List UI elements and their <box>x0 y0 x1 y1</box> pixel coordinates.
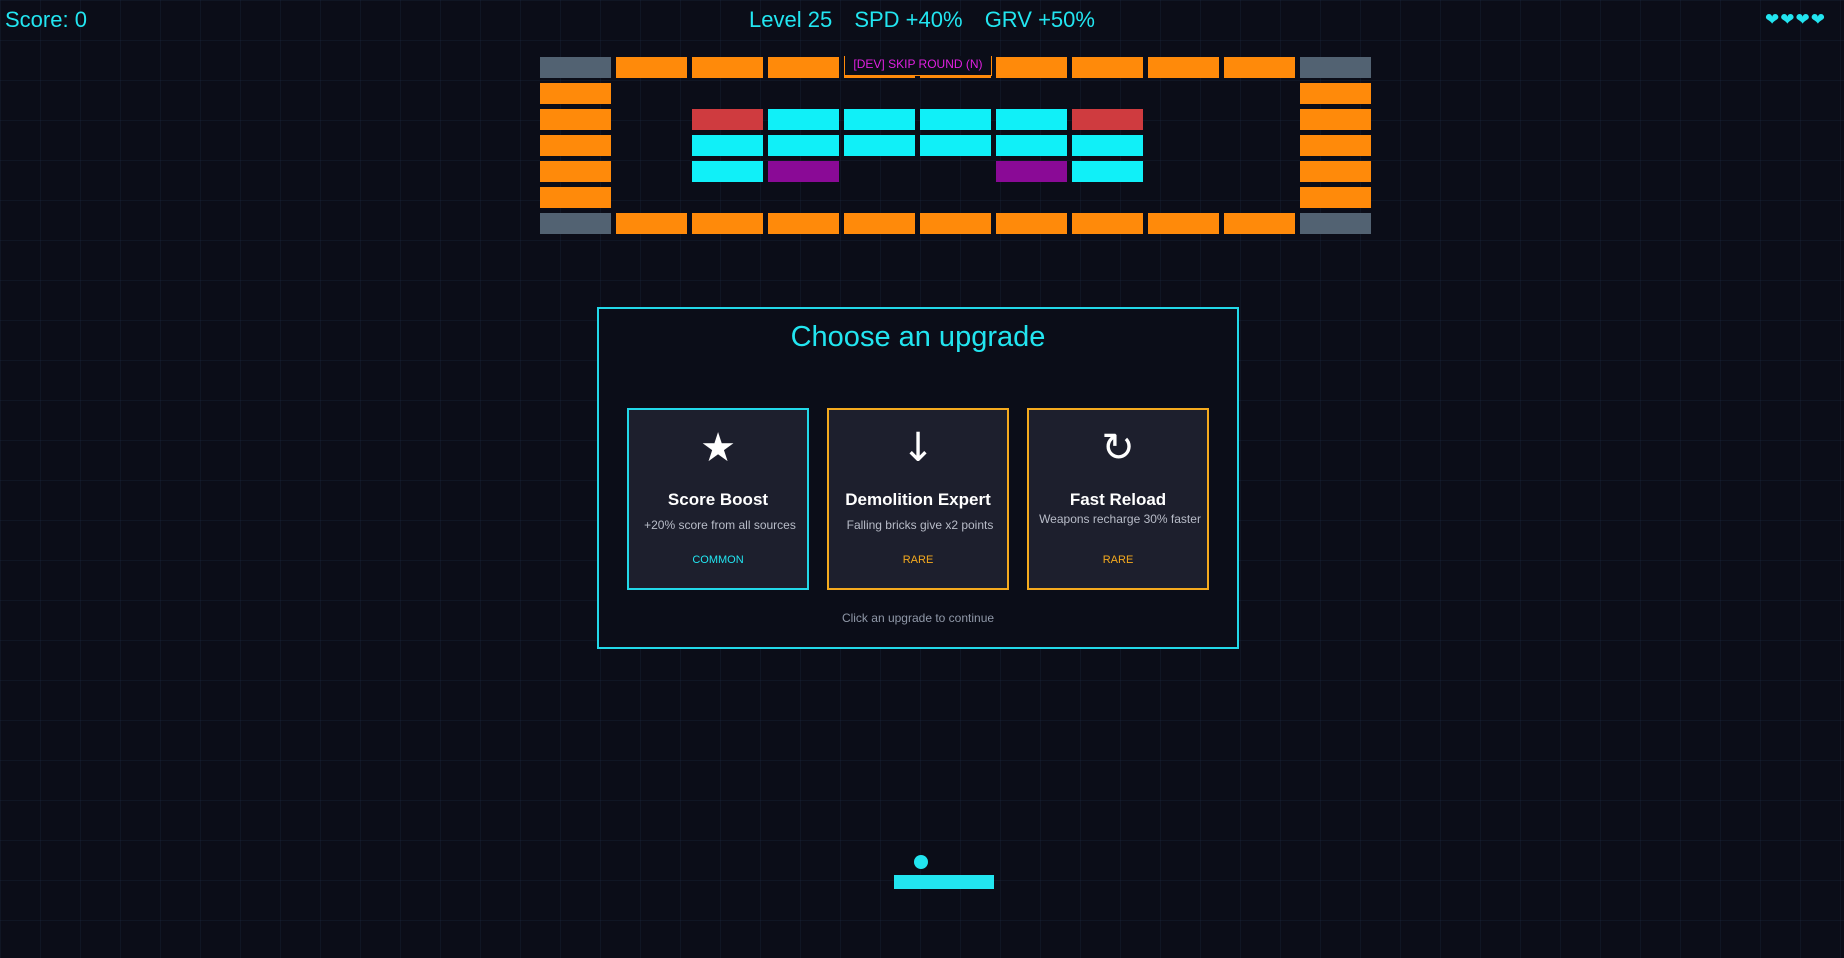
upgrade-name: Fast Reload <box>1069 490 1167 509</box>
brick-orange <box>540 135 611 156</box>
upgrade-panel: Choose an upgrade ★ Score Boost +20% sco… <box>597 307 1239 649</box>
brick-cyan <box>920 135 991 156</box>
brick-purple <box>768 161 839 182</box>
brick-orange <box>540 109 611 130</box>
brick-orange <box>1300 161 1371 182</box>
ball <box>914 855 928 869</box>
level-status: Level 25 SPD +40% GRV +50% <box>0 0 1844 40</box>
brick-orange <box>1148 213 1219 234</box>
brick-orange <box>1300 83 1371 104</box>
brick-orange <box>616 213 687 234</box>
paddle[interactable] <box>894 875 994 889</box>
upgrade-description: +20% score from all sources <box>644 518 796 532</box>
down-arrow-icon: ↓ <box>901 425 935 471</box>
brick-orange <box>1300 135 1371 156</box>
brick-cyan <box>1072 135 1143 156</box>
gravity-modifier: GRV +50% <box>984 7 1095 32</box>
speed-modifier: SPD +40% <box>854 7 963 32</box>
upgrade-name: Demolition Expert <box>845 490 991 509</box>
dev-skip-round-button[interactable]: [DEV] SKIP ROUND (N) <box>844 56 992 76</box>
upgrade-description: Falling bricks give x2 points <box>846 518 994 532</box>
reload-icon: ↻ <box>1101 425 1135 471</box>
brick-orange <box>1300 109 1371 130</box>
brick-red <box>692 109 763 130</box>
brick-orange <box>768 57 839 78</box>
brick-orange <box>1300 187 1371 208</box>
brick-orange <box>844 213 915 234</box>
brick-orange <box>540 187 611 208</box>
brick-orange <box>768 213 839 234</box>
brick-orange <box>1148 57 1219 78</box>
lives-hearts-icon: ❤❤❤❤ <box>1765 10 1826 29</box>
brick-gray <box>1300 213 1371 234</box>
brick-orange <box>540 161 611 182</box>
brick-gray <box>540 57 611 78</box>
star-icon: ★ <box>700 425 736 471</box>
brick-orange <box>1224 57 1295 78</box>
brick-cyan <box>1072 161 1143 182</box>
upgrade-name: Score Boost <box>667 490 769 509</box>
level-display: Level 25 <box>749 7 833 32</box>
brick-cyan <box>692 135 763 156</box>
upgrade-card-score-boost[interactable]: ★ Score Boost +20% score from all source… <box>627 408 809 590</box>
brick-cyan <box>996 109 1067 130</box>
brick-orange <box>920 213 991 234</box>
brick-orange <box>692 213 763 234</box>
brick-orange <box>1224 213 1295 234</box>
brick-gray <box>540 213 611 234</box>
brick-orange <box>692 57 763 78</box>
rarity-badge: COMMON <box>692 554 744 566</box>
brick-red <box>1072 109 1143 130</box>
upgrade-title: Choose an upgrade <box>790 321 1046 353</box>
brick-purple <box>996 161 1067 182</box>
brick-orange <box>1072 57 1143 78</box>
upgrade-card-demolition-expert[interactable]: ↓ Demolition Expert Falling bricks give … <box>827 408 1009 590</box>
brick-cyan <box>844 109 915 130</box>
brick-cyan <box>996 135 1067 156</box>
brick-cyan <box>692 161 763 182</box>
upgrade-hint: Click an upgrade to continue <box>841 611 995 625</box>
game-stage[interactable]: Score: 0 Level 25 SPD +40% GRV +50% ❤❤❤❤… <box>0 0 1844 958</box>
rarity-badge: RARE <box>902 554 934 566</box>
brick-orange <box>1072 213 1143 234</box>
brick-orange <box>540 83 611 104</box>
brick-orange <box>996 213 1067 234</box>
brick-cyan <box>768 135 839 156</box>
brick-orange <box>996 57 1067 78</box>
brick-gray <box>1300 57 1371 78</box>
brick-cyan <box>768 109 839 130</box>
rarity-badge: RARE <box>1102 554 1134 566</box>
upgrade-description: Weapons recharge 30% faster <box>1039 512 1201 526</box>
brick-cyan <box>920 109 991 130</box>
brick-orange <box>616 57 687 78</box>
brick-cyan <box>844 135 915 156</box>
upgrade-card-fast-reload[interactable]: ↻ Fast Reload Weapons recharge 30% faste… <box>1027 408 1209 590</box>
